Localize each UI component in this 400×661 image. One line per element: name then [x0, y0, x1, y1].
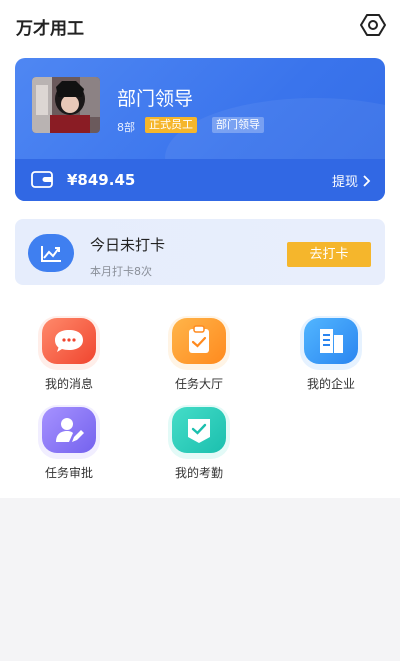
menu-item-task-hall[interactable]: 任务大厅: [149, 318, 249, 398]
profile-name: 部门领导: [117, 88, 194, 110]
menu-label: 任务审批: [44, 466, 93, 480]
trend-chart-icon: [28, 234, 74, 272]
attendance-icon: [172, 407, 226, 453]
approve-user-icon: [42, 407, 96, 453]
profile-department: 8部: [117, 121, 135, 134]
checkin-button[interactable]: 去打卡: [287, 242, 371, 267]
menu-item-enterprise[interactable]: 我的企业: [281, 318, 381, 398]
menu-label: 我的企业: [306, 377, 355, 391]
checkin-status-title: 今日未打卡: [90, 236, 166, 254]
menu-label: 任务大厅: [174, 377, 223, 391]
withdraw-button[interactable]: 提现: [332, 171, 371, 190]
withdraw-label: 提现: [331, 175, 358, 190]
menu-label: 我的消息: [44, 377, 93, 391]
task-clipboard-icon: [172, 318, 226, 364]
settings-hexagon-icon[interactable]: [360, 12, 386, 38]
role-badge: 部门领导: [212, 117, 264, 133]
chevron-right-icon: [363, 174, 371, 187]
message-icon: [42, 318, 96, 364]
menu-item-messages[interactable]: 我的消息: [19, 318, 119, 398]
checkin-monthly-count: 本月打卡8次: [90, 265, 152, 278]
wallet-icon: [31, 170, 53, 188]
app-header: 万才用工: [0, 0, 400, 52]
menu-item-attendance[interactable]: 我的考勤: [149, 407, 249, 487]
app-title: 万才用工: [16, 19, 84, 39]
menu-item-task-approval[interactable]: 任务审批: [19, 407, 119, 487]
avatar[interactable]: [32, 77, 100, 133]
profile-card[interactable]: 部门领导 8部 正式员工 部门领导 ¥849.45 提现: [15, 58, 385, 201]
menu-label: 我的考勤: [174, 466, 223, 480]
enterprise-icon: [304, 318, 358, 364]
checkin-card: 今日未打卡 本月打卡8次 去打卡: [15, 219, 385, 285]
wallet-balance: ¥849.45: [67, 171, 136, 189]
wallet-bar: ¥849.45 提现: [15, 159, 385, 201]
employee-type-badge: 正式员工: [145, 117, 197, 133]
